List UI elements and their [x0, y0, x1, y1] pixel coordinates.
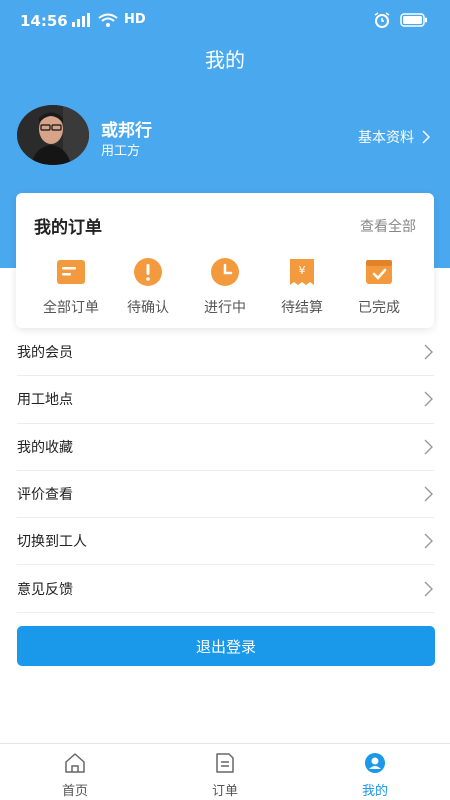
- user-name: 或邦行: [101, 121, 152, 141]
- menu-item-membership[interactable]: 我的会员: [17, 329, 434, 377]
- menu-item-label: 用工地点: [17, 392, 73, 409]
- order-item-completed[interactable]: 已完成: [339, 257, 419, 317]
- tab-mine[interactable]: 我的: [300, 744, 450, 800]
- menu-item-label: 评价查看: [17, 487, 73, 504]
- chevron-right-icon: [422, 130, 430, 144]
- network-type: HD: [124, 12, 146, 27]
- order-item-in-progress[interactable]: 进行中: [185, 257, 265, 317]
- order-item-label: 已完成: [358, 300, 400, 316]
- battery-icon: [400, 13, 427, 27]
- status-time: 14:56: [20, 12, 68, 30]
- view-all-orders-link[interactable]: 查看全部: [360, 216, 416, 236]
- avatar[interactable]: [17, 105, 89, 165]
- check-box-icon: [366, 260, 392, 284]
- wifi-icon: [98, 13, 118, 27]
- signal-icon: [72, 12, 90, 27]
- order-item-label: 进行中: [204, 300, 246, 316]
- chevron-right-icon: [424, 486, 433, 502]
- order-item-label: 全部订单: [43, 300, 99, 316]
- logout-button[interactable]: 退出登录: [17, 626, 435, 666]
- tab-label: 订单: [211, 784, 238, 799]
- menu-item-work-location[interactable]: 用工地点: [17, 376, 434, 424]
- exclamation-icon: [134, 258, 162, 286]
- home-icon: [65, 753, 85, 773]
- bottom-tab-bar: 首页 订单 我的: [0, 743, 450, 800]
- tab-home[interactable]: 首页: [0, 744, 150, 800]
- profile-details-link[interactable]: 基本资料: [358, 127, 430, 147]
- menu-item-label: 我的收藏: [17, 439, 73, 456]
- menu-item-reviews[interactable]: 评价查看: [17, 471, 434, 519]
- orders-title: 我的订单: [34, 218, 102, 238]
- alarm-icon: [374, 12, 390, 28]
- menu-list: 我的会员 用工地点 我的收藏 评价查看 切换到工人 意见反馈: [17, 329, 434, 613]
- orders-card: 我的订单 查看全部 全部订单 待确认 进行中 ¥ 待结算 已完成: [16, 193, 434, 328]
- chevron-right-icon: [424, 439, 433, 455]
- menu-item-favorites[interactable]: 我的收藏: [17, 424, 434, 471]
- user-icon: [365, 753, 385, 773]
- profile-details-label: 基本资料: [358, 130, 414, 146]
- page-title: 我的: [205, 48, 245, 72]
- order-item-pending-confirm[interactable]: 待确认: [108, 257, 188, 317]
- tab-orders[interactable]: 订单: [150, 744, 300, 800]
- chevron-right-icon: [424, 391, 433, 407]
- svg-text:¥: ¥: [299, 264, 306, 277]
- menu-item-switch-to-worker[interactable]: 切换到工人: [17, 518, 434, 566]
- user-role: 用工方: [101, 144, 141, 159]
- document-icon: [216, 753, 234, 773]
- order-item-label: 待结算: [281, 300, 323, 316]
- order-item-label: 待确认: [127, 300, 169, 316]
- order-item-all[interactable]: 全部订单: [31, 257, 111, 317]
- menu-item-feedback[interactable]: 意见反馈: [17, 565, 434, 613]
- menu-item-label: 我的会员: [17, 345, 73, 362]
- tab-label: 我的: [361, 784, 388, 799]
- tab-label: 首页: [61, 784, 88, 799]
- chevron-right-icon: [424, 581, 433, 597]
- order-list-icon: [57, 260, 85, 284]
- order-item-pending-settlement[interactable]: ¥ 待结算: [262, 257, 342, 317]
- yen-receipt-icon: ¥: [290, 259, 314, 285]
- chevron-right-icon: [424, 533, 433, 549]
- menu-item-label: 意见反馈: [17, 581, 73, 598]
- status-bar: 14:56 HD: [0, 0, 450, 40]
- clock-icon: [211, 258, 239, 286]
- menu-item-label: 切换到工人: [17, 534, 87, 551]
- order-status-row: 全部订单 待确认 进行中 ¥ 待结算 已完成: [16, 257, 434, 317]
- chevron-right-icon: [424, 344, 433, 360]
